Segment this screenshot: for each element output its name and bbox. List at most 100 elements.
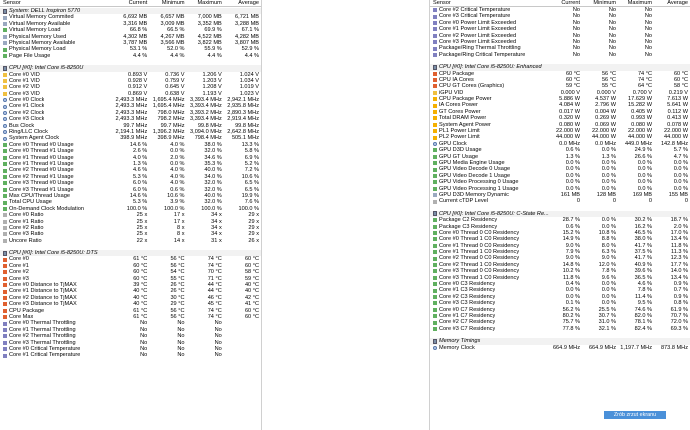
flag-icon xyxy=(433,33,437,38)
usage-icon xyxy=(433,224,437,229)
usage-icon xyxy=(3,174,7,179)
maximum-value: 0 xyxy=(648,198,652,205)
memory-icon xyxy=(3,41,7,46)
flag-icon xyxy=(433,8,437,13)
sensor-row[interactable]: Memory Clock 664.9 MHz 664.9 MHz 1,197.7 MH… xyxy=(430,345,690,351)
header-current[interactable]: Current xyxy=(112,0,149,6)
column-header[interactable]: Sensor Current Minimum Maximum Average xyxy=(430,0,690,7)
memory-icon xyxy=(3,21,7,26)
sensor-list-right: Core #2 Critical Temperature No No No Core #… xyxy=(430,7,690,355)
header-minimum[interactable]: Minimum xyxy=(149,0,186,6)
flag-icon xyxy=(433,46,437,51)
usage-icon xyxy=(3,143,7,147)
usage-icon xyxy=(433,237,437,242)
current-value: 664.9 MHz xyxy=(552,344,580,351)
temperature-icon xyxy=(3,257,7,262)
power-icon xyxy=(433,116,437,121)
sensor-name: Core #3 C7 Residency xyxy=(439,325,496,332)
flag-icon xyxy=(3,321,7,326)
minimum-value: 0 xyxy=(612,198,616,205)
sensor-panel-left: Sensor Current Minimum Maximum Average S… xyxy=(0,0,262,430)
flag-icon xyxy=(433,20,437,25)
flag-icon xyxy=(433,27,437,32)
sensor-row[interactable]: Page File Usage 4.4 % 4.4 % 4.4 % 4.4 % xyxy=(0,53,261,59)
temperature-icon xyxy=(3,264,7,269)
usage-icon xyxy=(3,28,7,33)
sensor-name: Current cTDP Level xyxy=(439,198,489,205)
sensor-row[interactable]: Core #3 C7 Residency 77.8 % 32.1 % 82.4 % 69… xyxy=(430,326,690,332)
temperature-icon xyxy=(3,270,7,275)
current-value: 4.4 % xyxy=(132,52,148,59)
average-value: 0 xyxy=(684,198,688,205)
current-value: No xyxy=(572,51,580,58)
sensor-name-cell: Uncore Ratio xyxy=(0,238,112,244)
voltage-icon xyxy=(3,72,7,77)
header-maximum[interactable]: Maximum xyxy=(618,0,654,6)
usage-icon xyxy=(433,218,437,223)
usage-icon xyxy=(3,168,7,173)
maximum-value: No xyxy=(214,352,222,359)
column-header[interactable]: Sensor Current Minimum Maximum Average xyxy=(0,0,261,7)
usage-icon xyxy=(3,162,7,167)
header-average[interactable]: Average xyxy=(654,0,690,6)
power-icon xyxy=(433,103,437,108)
temperature-icon xyxy=(3,302,7,307)
average-value xyxy=(654,52,690,58)
usage-icon xyxy=(433,320,437,325)
cpu-icon xyxy=(433,64,437,70)
ratio-icon xyxy=(3,226,7,231)
memory-icon xyxy=(433,193,437,198)
power-icon xyxy=(433,129,437,134)
sensor-name-cell: Package/Ring Critical Temperature xyxy=(430,52,546,58)
flag-icon xyxy=(433,14,437,19)
average-value xyxy=(224,352,261,358)
header-average[interactable]: Average xyxy=(224,0,261,6)
header-sensor[interactable]: Sensor xyxy=(430,0,546,6)
sensor-row[interactable]: Current cTDP Level 0 0 0 0 xyxy=(430,198,690,204)
header-sensor[interactable]: Sensor xyxy=(0,0,112,6)
average-value: 4.4 % xyxy=(244,52,259,59)
minimum-value: No xyxy=(177,352,185,359)
usage-icon xyxy=(433,231,437,236)
usage-icon xyxy=(433,326,437,331)
cpu-icon xyxy=(3,65,7,71)
header-minimum[interactable]: Minimum xyxy=(582,0,618,6)
sensor-name: Core #1 Critical Temperature xyxy=(9,352,81,359)
voltage-icon xyxy=(3,79,7,84)
temperature-icon xyxy=(3,283,7,288)
memory-icon xyxy=(3,34,7,39)
clock-icon xyxy=(433,142,437,146)
clock-icon xyxy=(3,111,7,116)
maximum-value: 31 x xyxy=(211,237,222,244)
usage-icon xyxy=(433,314,437,319)
header-maximum[interactable]: Maximum xyxy=(187,0,224,6)
maximum-value: 1,197.7 MHz xyxy=(620,344,652,351)
power-icon xyxy=(433,110,437,115)
usage-icon xyxy=(3,187,7,192)
usage-icon xyxy=(3,155,7,160)
temperature-icon xyxy=(433,84,437,89)
maximum-value: 4.4 % xyxy=(207,52,222,59)
usage-icon xyxy=(433,294,437,299)
clock-icon xyxy=(3,117,7,122)
header-current[interactable]: Current xyxy=(546,0,582,6)
clock-icon xyxy=(3,130,7,135)
average-value: 69.3 % xyxy=(670,325,688,332)
power-icon xyxy=(433,122,437,127)
maximum-value: No xyxy=(644,51,652,58)
sensor-row[interactable]: Core #1 Critical Temperature No No No xyxy=(0,352,261,358)
sensor-name-cell: Memory Clock xyxy=(430,345,546,351)
sensor-row[interactable]: Uncore Ratio 22 x 14 x 31 x 26 x xyxy=(0,238,261,244)
power-icon xyxy=(433,135,437,140)
usage-icon xyxy=(433,288,437,293)
temperature-icon xyxy=(433,78,437,83)
sensor-row[interactable]: Package/Ring Critical Temperature No No No xyxy=(430,52,690,58)
ratio-icon xyxy=(3,219,7,224)
voltage-icon xyxy=(433,90,437,95)
usage-icon xyxy=(3,47,7,52)
current-value: No xyxy=(140,352,148,359)
